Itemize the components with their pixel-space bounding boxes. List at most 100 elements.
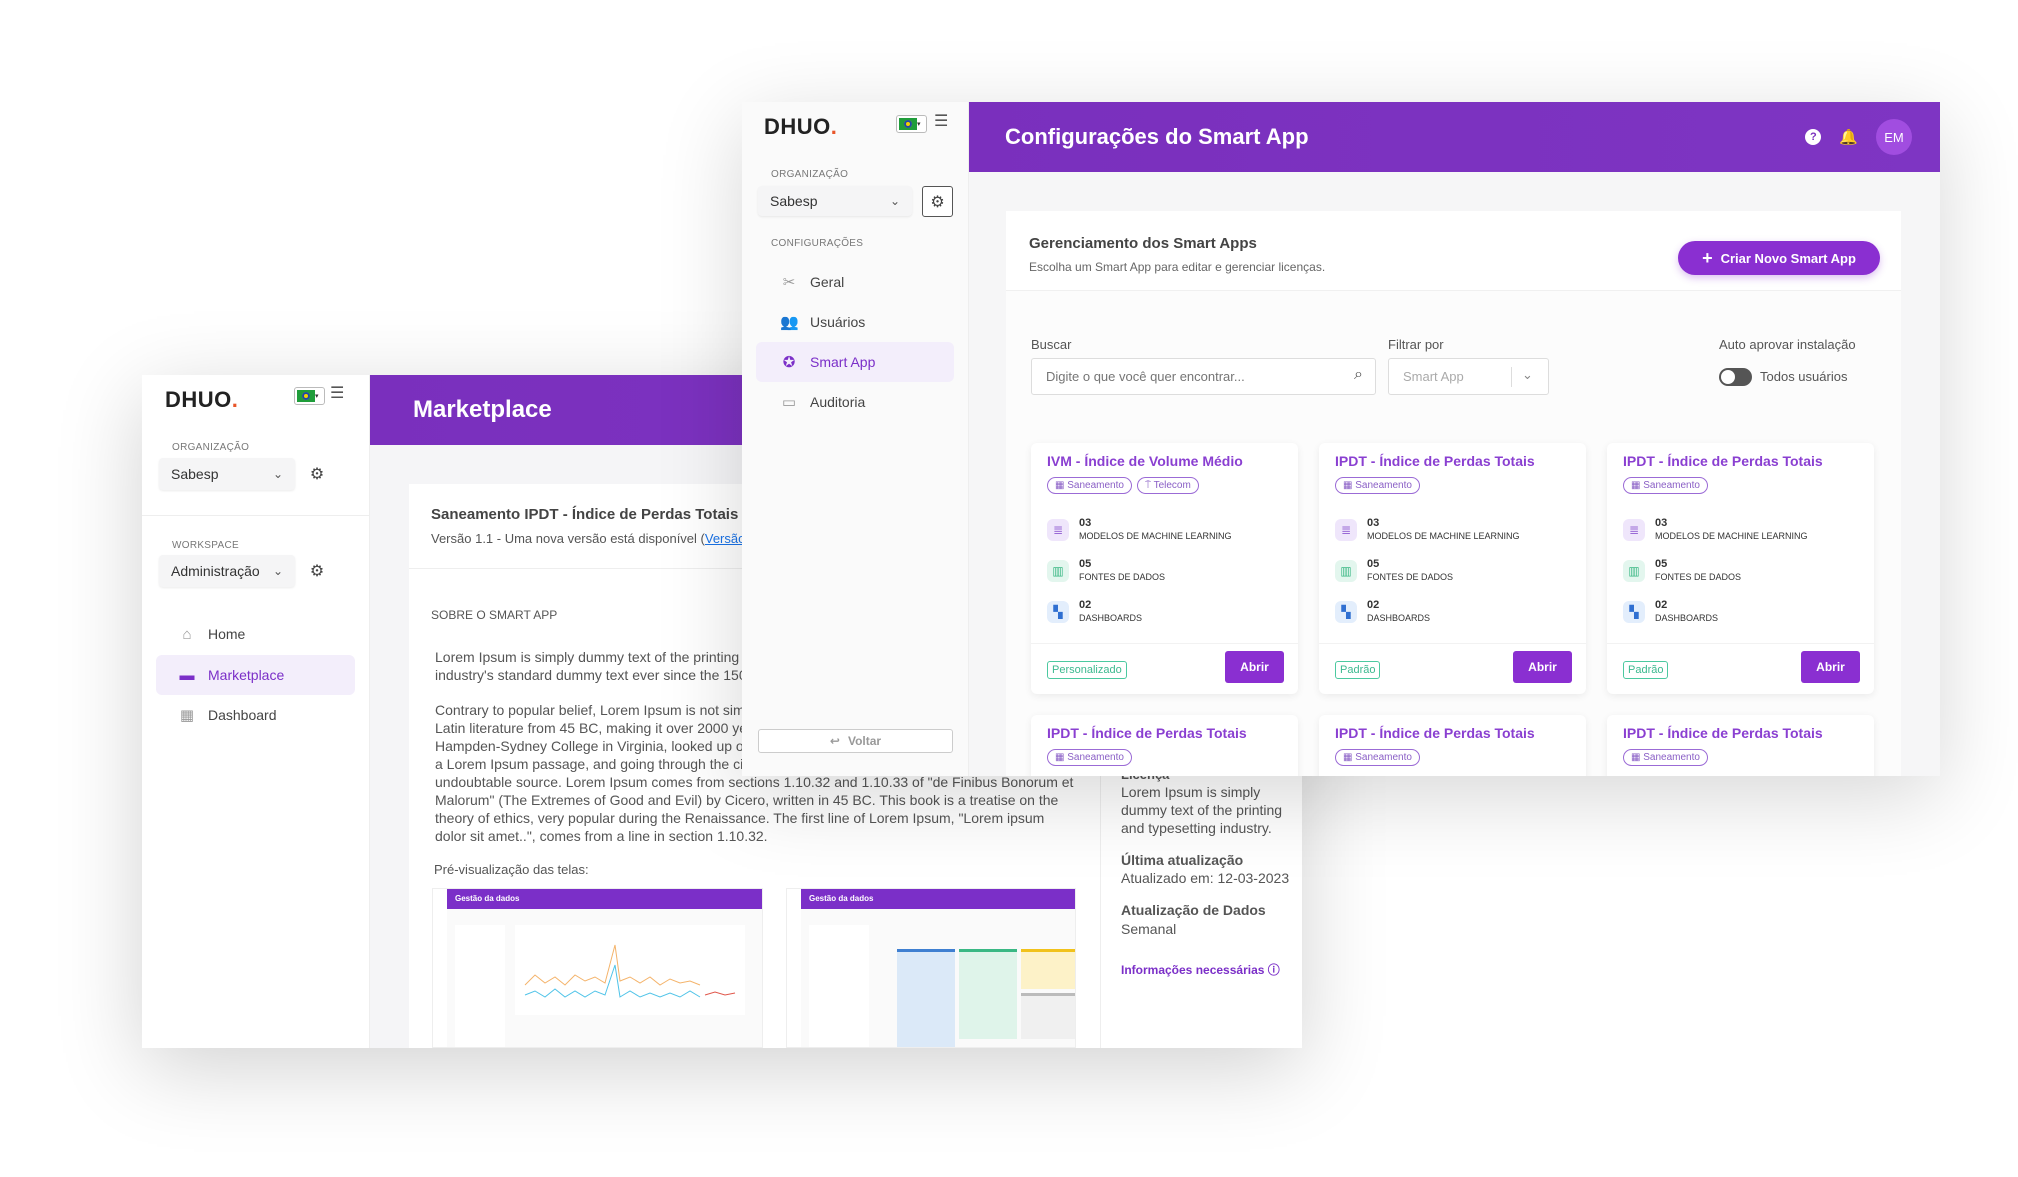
grid-icon: ▦ [1343,752,1353,763]
chevron-down-icon: ⌄ [1511,366,1533,387]
about-label: SOBRE O SMART APP [431,608,558,622]
dashboard-icon: ▚ [1335,600,1357,623]
card-stat: ≣ 03 MODELOS DE MACHINE LEARNING [1623,517,1808,542]
sidebar: DHUO. ▾ ☰ ORGANIZAÇÃO Sabesp ⌄ ⚙ CONFIGUR… [742,102,969,776]
dashboard-icon: ▚ [1623,600,1645,623]
smart-app-card: IPDT - Índice de Perdas Totais ▦ Saneamen… [1607,443,1874,694]
preview-label: Pré-visualização das telas: [434,862,589,877]
collapse-menu-icon[interactable]: ☰ [934,111,948,131]
version-link[interactable]: Versão [705,531,745,546]
card-title: IPDT - Índice de Perdas Totais [1623,725,1823,741]
card-title: IPDT - Índice de Perdas Totais [1335,453,1535,469]
grid-icon: ▦ [1343,480,1353,491]
collapse-menu-icon[interactable]: ☰ [330,383,344,403]
sidebar-item-auditoria[interactable]: ▭ Auditoria [756,382,954,422]
smart-app-card: IPDT - Índice de Perdas Totais ▦ Saneamen… [1607,715,1874,776]
language-flag-button[interactable]: ▾ [294,387,325,405]
language-flag-button[interactable]: ▾ [896,115,927,133]
last-update-label: Última atualização [1121,852,1244,868]
open-button[interactable]: Abrir [1801,651,1860,683]
card-title: IPDT - Índice de Perdas Totais [1623,453,1823,469]
open-button[interactable]: Abrir [1513,651,1572,683]
auto-approve-toggle-label: Todos usuários [1760,369,1848,384]
preview-line-orange [524,944,701,986]
org-settings-button[interactable]: ⚙ [302,458,332,490]
chevron-down-icon: ⌄ [272,564,283,578]
card-tags: ▦ Saneamento [1047,749,1132,766]
tag-badge: ⍑ Telecom [1136,477,1199,494]
section-title: Gerenciamento dos Smart Apps [1029,235,1257,252]
text-line: and typesetting industry. [1121,820,1272,836]
data-source-icon: ▥ [1335,559,1357,582]
users-icon: 👥 [780,314,799,331]
sidebar-item-usuarios[interactable]: 👥 Usuários [756,302,954,342]
workspace-select[interactable]: Administração ⌄ [159,555,295,587]
notification-bell-icon[interactable]: 🔔 [1839,128,1858,146]
data-source-icon: ▥ [1047,559,1069,582]
sidebar-item-smart-app[interactable]: ✪ Smart App [756,342,954,382]
org-settings-button[interactable]: ⚙ [922,186,953,217]
page-title: Configurações do Smart App [1005,124,1309,149]
help-icon[interactable]: ? [1805,129,1822,145]
version-text: Versão 1.1 - Uma nova versão está dispon… [431,531,746,546]
chevron-down-icon: ⌄ [272,467,283,481]
tag-badge: ▦ Saneamento [1335,477,1420,494]
auto-approve-label: Auto aprovar instalação [1719,337,1856,352]
text-line: dolor sit amet..", comes from a line in … [435,828,768,844]
type-badge: Padrão [1335,661,1381,679]
search-icon[interactable]: ⌕ [1354,366,1363,384]
card-stat: ▥ 05 FONTES DE DADOS [1623,558,1741,583]
gear-icon: ⚙ [930,193,945,211]
search-field[interactable]: ⌕ [1031,358,1376,395]
sidebar-item-geral[interactable]: ✂ Geral [756,262,954,302]
open-button[interactable]: Abrir [1225,651,1284,683]
data-update-label: Atualização de Dados [1121,902,1266,918]
auto-approve-toggle[interactable] [1719,368,1752,386]
org-label: ORGANIZAÇÃO [172,442,250,453]
tag-badge: ▦ Saneamento [1623,749,1708,766]
preview-thumbnail-2[interactable]: Gestão da dados [786,888,1076,1048]
tag-badge: ▦ Saneamento [1335,749,1420,766]
filter-select[interactable]: Smart App ⌄ [1388,358,1549,395]
smart-app-card: IVM - Índice de Volume Médio ▦ Saneamento… [1031,443,1298,694]
smart-app-card: IPDT - Índice de Perdas Totais ▦ Saneamen… [1319,715,1586,776]
org-select[interactable]: Sabesp ⌄ [159,458,295,490]
more-info-link[interactable]: Informações necessárias ⓘ [1121,961,1280,978]
type-badge: Padrão [1623,661,1669,679]
workspace-settings-button[interactable]: ⚙ [302,555,332,587]
sidebar-item-marketplace[interactable]: ▬ Marketplace [156,655,355,695]
smart-app-card: IPDT - Índice de Perdas Totais ▦ Saneamen… [1319,443,1586,694]
org-label: ORGANIZAÇÃO [771,169,849,180]
text-line: Malorum" (The Extremes of Good and Evil)… [435,792,1059,808]
tag-badge: ▦ Saneamento [1047,749,1132,766]
preview-thumbnail-1[interactable]: Gestão da dados [432,888,763,1048]
card-tags: ▦ Saneamento [1623,477,1708,494]
search-input[interactable] [1032,359,1322,394]
card-stat: ▥ 05 FONTES DE DADOS [1047,558,1165,583]
card-tags: ▦ Saneamento [1335,477,1420,494]
dashboard-icon: ▦ [179,707,195,724]
app-title: Saneamento IPDT - Índice de Perdas Totai… [431,506,739,523]
workspace-label: WORKSPACE [172,540,239,551]
back-button[interactable]: ↩ Voltar [758,729,953,753]
ml-model-icon: ≣ [1335,518,1357,541]
search-label: Buscar [1031,337,1072,352]
card-stat: ▚ 02 DASHBOARDS [1623,599,1718,624]
gear-icon: ⚙ [309,466,325,483]
section-subtitle: Escolha um Smart App para editar e geren… [1029,260,1326,274]
info-icon: ⓘ [1267,963,1280,977]
avatar[interactable]: EM [1876,119,1912,155]
tag-badge: ▦ Saneamento [1047,477,1132,494]
data-update-value: Semanal [1121,921,1177,937]
text-line: Lorem Ipsum is simply [1121,784,1261,800]
text-line: undoubtable source. Lorem Ipsum comes fr… [435,774,1074,790]
org-select[interactable]: Sabesp ⌄ [758,186,912,216]
comment-icon: ▭ [781,394,797,411]
brazil-flag-icon [899,118,917,130]
create-smart-app-button[interactable]: + Criar Novo Smart App [1678,241,1880,275]
sidebar-item-home[interactable]: ⌂ Home [156,614,355,654]
grid-icon: ▦ [1631,480,1641,491]
card-title: IVM - Índice de Volume Médio [1047,453,1243,469]
sidebar: DHUO. ▾ ☰ ORGANIZAÇÃO Sabesp ⌄ ⚙ WORKSPAC… [142,375,370,1048]
sidebar-item-dashboard[interactable]: ▦ Dashboard [156,695,355,735]
